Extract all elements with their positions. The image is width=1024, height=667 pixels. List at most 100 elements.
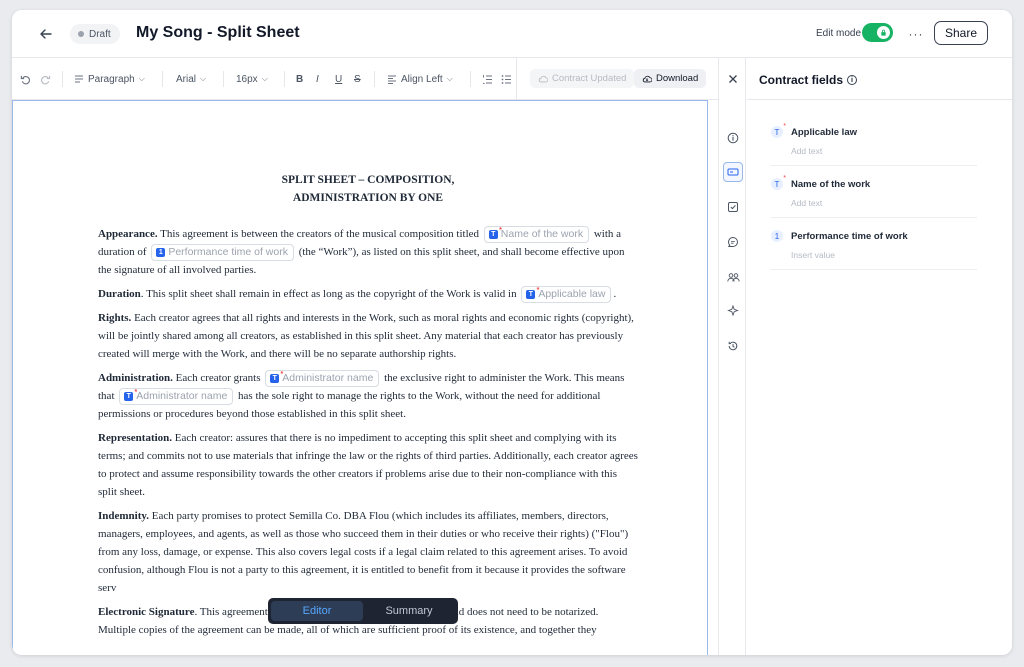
ordered-list-icon: [483, 74, 492, 84]
text-field-icon: T *: [526, 287, 539, 299]
contract-updated-button[interactable]: Contract Updated: [530, 69, 635, 88]
text-field-icon: T *: [771, 123, 786, 138]
strikethrough-button[interactable]: S: [354, 70, 361, 88]
page-title[interactable]: My Song - Split Sheet: [136, 24, 300, 42]
bullet-list-button[interactable]: [501, 70, 512, 88]
font-family-select[interactable]: Arial ⌵: [176, 70, 206, 88]
clause-text: . This split sheet shall remain in effec…: [140, 288, 520, 300]
clause-text: Each creator agrees that all rights and …: [98, 312, 634, 360]
document-editor[interactable]: SPLIT SHEET – COMPOSITION, ADMINISTRATIO…: [12, 100, 708, 655]
field-chip-label: Administrator name: [282, 371, 374, 384]
clause-title: Rights.: [98, 312, 132, 324]
performance-time-field[interactable]: 1 Performance time of work: [151, 243, 294, 261]
more-options-button[interactable]: ···: [904, 22, 928, 46]
arrow-left-icon: [40, 29, 52, 39]
bold-button[interactable]: B: [296, 70, 303, 88]
italic-button[interactable]: I: [316, 70, 319, 88]
toolbar-divider: [162, 71, 163, 87]
undo-button[interactable]: [20, 70, 31, 88]
panel-header: Contract fields i: [747, 58, 1012, 100]
paragraph-style-select[interactable]: Paragraph ⌵: [74, 70, 145, 88]
name-of-work-field[interactable]: T * Name of the work: [483, 225, 590, 243]
history-panel-button[interactable]: [723, 336, 743, 356]
align-left-icon: [388, 75, 396, 84]
contract-fields-panel-button[interactable]: [723, 162, 743, 182]
toolbar-divider: [62, 71, 63, 87]
back-button[interactable]: [34, 22, 58, 46]
document-page: SPLIT SHEET – COMPOSITION, ADMINISTRATIO…: [98, 171, 638, 645]
clause-text: This agreement is between the creators o…: [157, 228, 482, 240]
document-heading: SPLIT SHEET – COMPOSITION, ADMINISTRATIO…: [98, 171, 638, 207]
clause-title: Duration: [98, 288, 141, 300]
text-field-icon: T *: [488, 227, 502, 239]
clause-text: .: [613, 288, 617, 300]
contract-field-item[interactable]: 1 Performance time of work Insert value: [771, 220, 977, 270]
side-icon-rail: [718, 58, 746, 655]
info-icon[interactable]: i: [847, 75, 858, 85]
align-select[interactable]: Align Left ⌵: [387, 70, 453, 88]
ordered-list-button[interactable]: [482, 70, 493, 88]
participants-panel-button[interactable]: [723, 267, 743, 287]
panel-title: Contract fields i: [759, 73, 858, 87]
status-dot-icon: [78, 31, 84, 37]
cloud-icon: [538, 75, 548, 82]
bullet-list-icon: [501, 74, 511, 84]
fields-icon: [727, 168, 739, 176]
chevron-down-icon: ⌵: [138, 74, 145, 83]
info-panel-button[interactable]: [723, 128, 743, 148]
text-field-icon: T *: [771, 175, 786, 190]
redo-button[interactable]: [40, 70, 51, 88]
lock-icon: [877, 26, 890, 39]
text-field-icon: T *: [270, 371, 283, 383]
cloud-download-icon: [642, 75, 652, 82]
applicable-law-field[interactable]: T * Applicable law: [521, 285, 612, 303]
download-label: Download: [656, 73, 699, 84]
toolbar-divider: [516, 58, 517, 100]
contract-field-item[interactable]: T * Applicable law Add text: [771, 116, 977, 166]
underline-button[interactable]: U: [335, 70, 342, 88]
ai-assistant-panel-button[interactable]: [723, 301, 743, 321]
clause-rights: Rights. Each creator agrees that all rig…: [98, 309, 638, 363]
text-lines-icon: [75, 75, 83, 83]
comments-panel-button[interactable]: [723, 232, 743, 252]
field-value-input[interactable]: Insert value: [791, 250, 835, 260]
clause-text: Each party promises to protect Semilla C…: [98, 510, 629, 594]
comment-icon: [727, 236, 738, 247]
close-panel-button[interactable]: [719, 68, 747, 90]
edit-mode-toggle[interactable]: [862, 23, 893, 42]
formatting-toolbar: Paragraph ⌵ Arial ⌵ 16px ⌵ B I U S Align…: [12, 58, 718, 100]
contract-field-item[interactable]: T * Name of the work Add text: [771, 168, 977, 218]
paragraph-style-label: Paragraph: [88, 73, 135, 85]
tab-summary[interactable]: Summary: [363, 601, 455, 621]
tab-editor[interactable]: Editor: [271, 601, 363, 621]
users-icon: [726, 272, 740, 282]
clause-title: Appearance.: [98, 228, 158, 240]
align-label: Align Left: [401, 73, 443, 85]
clause-text: Each creator: assures that there is no i…: [98, 432, 638, 498]
administrator-name-field[interactable]: T * Administrator name: [265, 369, 380, 387]
clause-text: Each creator grants: [172, 372, 264, 384]
close-icon: [729, 75, 737, 83]
field-value-input[interactable]: Add text: [791, 146, 822, 156]
share-button[interactable]: Share: [934, 21, 988, 45]
top-bar: Draft My Song - Split Sheet Edit mode ··…: [12, 10, 1012, 58]
clause-indemnity: Indemnity. Each party promises to protec…: [98, 507, 638, 597]
checkbox-icon: [728, 202, 738, 212]
document-heading-line: ADMINISTRATION BY ONE: [292, 192, 444, 204]
clause-duration: Duration. This split sheet shall remain …: [98, 285, 638, 303]
font-size-select[interactable]: 16px ⌵: [236, 70, 268, 88]
download-button[interactable]: Download: [634, 69, 707, 88]
undo-icon: [20, 75, 30, 84]
history-icon: [728, 341, 738, 351]
administrator-name-field[interactable]: T * Administrator name: [119, 387, 234, 405]
font-family-label: Arial: [176, 73, 197, 85]
chevron-down-icon: ⌵: [261, 74, 268, 83]
chevron-down-icon: ⌵: [446, 74, 453, 83]
view-mode-switch: Editor Summary: [268, 598, 458, 624]
field-chip-label: Applicable law: [538, 287, 606, 300]
toolbar-divider: [470, 71, 471, 87]
clause-title: Electronic Signature: [98, 606, 195, 618]
field-value-input[interactable]: Add text: [791, 198, 822, 208]
checklist-panel-button[interactable]: [723, 197, 743, 217]
field-chip-label: Name of the work: [500, 227, 584, 240]
